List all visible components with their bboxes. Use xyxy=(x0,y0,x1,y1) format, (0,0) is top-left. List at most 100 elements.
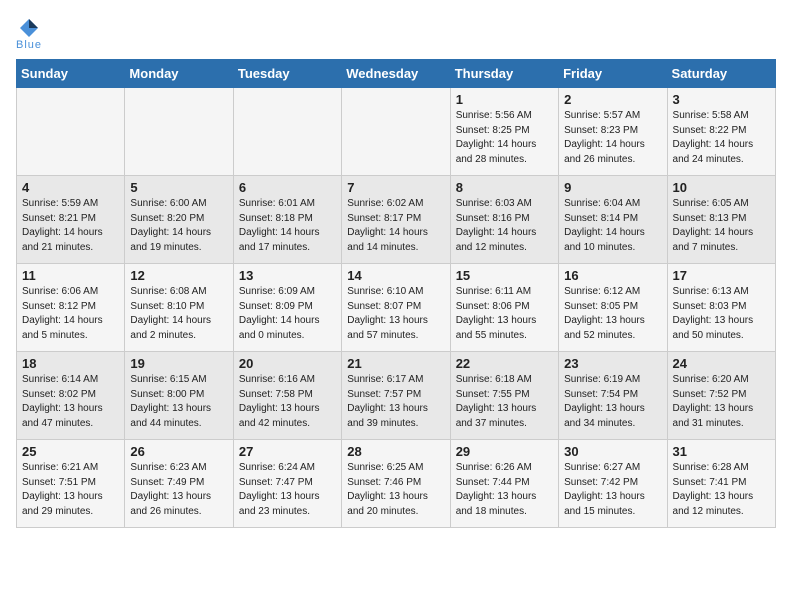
day-number: 15 xyxy=(456,268,553,283)
logo-tagline: Blue xyxy=(16,39,42,51)
calendar-cell: 11 Sunrise: 6:06 AMSunset: 8:12 PMDayligh… xyxy=(17,264,125,352)
calendar-cell xyxy=(233,88,341,176)
calendar-cell: 3Sunrise: 5:58 AMSunset: 8:22 PMDaylight… xyxy=(667,88,775,176)
logo-icon xyxy=(18,17,40,39)
weekday-header-wednesday: Wednesday xyxy=(342,60,450,88)
cell-info: Sunrise: 6:13 AMSunset: 8:03 PMDaylight:… xyxy=(673,285,770,343)
cell-info: Sunrise: 5:58 AMSunset: 8:22 PMDaylight:… xyxy=(673,109,770,167)
calendar-cell: 12 Sunrise: 6:08 AMSunset: 8:10 PMDayligh… xyxy=(125,264,233,352)
calendar-cell: 23 Sunrise: 6:19 AMSunset: 7:54 PMDayligh… xyxy=(559,352,667,440)
cell-info: Sunrise: 6:04 AMSunset: 8:14 PMDaylight:… xyxy=(564,197,661,255)
week-row-4: 18 Sunrise: 6:14 AMSunset: 8:02 PMDayligh… xyxy=(17,352,776,440)
day-number: 30 xyxy=(564,444,661,459)
cell-info: Sunrise: 6:26 AMSunset: 7:44 PMDaylight:… xyxy=(456,461,553,519)
calendar-cell: 8 Sunrise: 6:03 AMSunset: 8:16 PMDaylight… xyxy=(450,176,558,264)
day-number: 31 xyxy=(673,444,770,459)
cell-info: Sunrise: 6:14 AMSunset: 8:02 PMDaylight:… xyxy=(22,373,119,431)
day-number: 14 xyxy=(347,268,444,283)
day-number: 1 xyxy=(456,92,553,107)
calendar-cell: 13 Sunrise: 6:09 AMSunset: 8:09 PMDayligh… xyxy=(233,264,341,352)
cell-info: Sunrise: 6:28 AMSunset: 7:41 PMDaylight:… xyxy=(673,461,770,519)
calendar-cell: 15Sunrise: 6:11 AMSunset: 8:06 PMDayligh… xyxy=(450,264,558,352)
calendar-cell: 28Sunrise: 6:25 AMSunset: 7:46 PMDayligh… xyxy=(342,440,450,528)
calendar-cell: 29 Sunrise: 6:26 AMSunset: 7:44 PMDayligh… xyxy=(450,440,558,528)
cell-info: Sunrise: 6:27 AMSunset: 7:42 PMDaylight:… xyxy=(564,461,661,519)
cell-info: Sunrise: 6:20 AMSunset: 7:52 PMDaylight:… xyxy=(673,373,770,431)
weekday-header-saturday: Saturday xyxy=(667,60,775,88)
calendar-body: 1 Sunrise: 5:56 AMSunset: 8:25 PMDaylight… xyxy=(17,88,776,528)
day-number: 16 xyxy=(564,268,661,283)
cell-info: Sunrise: 6:06 AMSunset: 8:12 PMDaylight:… xyxy=(22,285,119,343)
calendar-cell: 14Sunrise: 6:10 AMSunset: 8:07 PMDayligh… xyxy=(342,264,450,352)
day-number: 11 xyxy=(22,268,119,283)
calendar-cell: 20Sunrise: 6:16 AMSunset: 7:58 PMDayligh… xyxy=(233,352,341,440)
cell-info: Sunrise: 6:21 AMSunset: 7:51 PMDaylight:… xyxy=(22,461,119,519)
cell-info: Sunrise: 6:09 AMSunset: 8:09 PMDaylight:… xyxy=(239,285,336,343)
calendar-cell: 22 Sunrise: 6:18 AMSunset: 7:55 PMDayligh… xyxy=(450,352,558,440)
weekday-header-friday: Friday xyxy=(559,60,667,88)
calendar-cell: 21Sunrise: 6:17 AMSunset: 7:57 PMDayligh… xyxy=(342,352,450,440)
day-number: 25 xyxy=(22,444,119,459)
day-number: 29 xyxy=(456,444,553,459)
cell-info: Sunrise: 6:19 AMSunset: 7:54 PMDaylight:… xyxy=(564,373,661,431)
calendar-cell: 26Sunrise: 6:23 AMSunset: 7:49 PMDayligh… xyxy=(125,440,233,528)
weekday-header-thursday: Thursday xyxy=(450,60,558,88)
day-number: 9 xyxy=(564,180,661,195)
cell-info: Sunrise: 5:56 AMSunset: 8:25 PMDaylight:… xyxy=(456,109,553,167)
weekday-header-tuesday: Tuesday xyxy=(233,60,341,88)
weekday-header-sunday: Sunday xyxy=(17,60,125,88)
week-row-3: 11 Sunrise: 6:06 AMSunset: 8:12 PMDayligh… xyxy=(17,264,776,352)
day-number: 5 xyxy=(130,180,227,195)
calendar-cell: 5 Sunrise: 6:00 AMSunset: 8:20 PMDaylight… xyxy=(125,176,233,264)
calendar-cell: 10Sunrise: 6:05 AMSunset: 8:13 PMDayligh… xyxy=(667,176,775,264)
day-number: 22 xyxy=(456,356,553,371)
weekday-header-monday: Monday xyxy=(125,60,233,88)
cell-info: Sunrise: 6:23 AMSunset: 7:49 PMDaylight:… xyxy=(130,461,227,519)
day-number: 12 xyxy=(130,268,227,283)
cell-info: Sunrise: 6:03 AMSunset: 8:16 PMDaylight:… xyxy=(456,197,553,255)
week-row-5: 25 Sunrise: 6:21 AMSunset: 7:51 PMDayligh… xyxy=(17,440,776,528)
weekday-header-row: SundayMondayTuesdayWednesdayThursdayFrid… xyxy=(17,60,776,88)
cell-info: Sunrise: 6:18 AMSunset: 7:55 PMDaylight:… xyxy=(456,373,553,431)
week-row-2: 4 Sunrise: 5:59 AMSunset: 8:21 PMDaylight… xyxy=(17,176,776,264)
day-number: 8 xyxy=(456,180,553,195)
calendar-cell: 27 Sunrise: 6:24 AMSunset: 7:47 PMDayligh… xyxy=(233,440,341,528)
calendar-cell: 7Sunrise: 6:02 AMSunset: 8:17 PMDaylight… xyxy=(342,176,450,264)
day-number: 20 xyxy=(239,356,336,371)
day-number: 27 xyxy=(239,444,336,459)
calendar-cell: 16Sunrise: 6:12 AMSunset: 8:05 PMDayligh… xyxy=(559,264,667,352)
cell-info: Sunrise: 6:02 AMSunset: 8:17 PMDaylight:… xyxy=(347,197,444,255)
calendar-cell: 31 Sunrise: 6:28 AMSunset: 7:41 PMDayligh… xyxy=(667,440,775,528)
week-row-1: 1 Sunrise: 5:56 AMSunset: 8:25 PMDaylight… xyxy=(17,88,776,176)
calendar-cell: 24 Sunrise: 6:20 AMSunset: 7:52 PMDayligh… xyxy=(667,352,775,440)
logo: Blue xyxy=(16,16,42,51)
calendar-table: SundayMondayTuesdayWednesdayThursdayFrid… xyxy=(16,59,776,528)
cell-info: Sunrise: 6:24 AMSunset: 7:47 PMDaylight:… xyxy=(239,461,336,519)
cell-info: Sunrise: 5:57 AMSunset: 8:23 PMDaylight:… xyxy=(564,109,661,167)
day-number: 4 xyxy=(22,180,119,195)
cell-info: Sunrise: 5:59 AMSunset: 8:21 PMDaylight:… xyxy=(22,197,119,255)
calendar-cell: 30 Sunrise: 6:27 AMSunset: 7:42 PMDayligh… xyxy=(559,440,667,528)
calendar-cell: 19Sunrise: 6:15 AMSunset: 8:00 PMDayligh… xyxy=(125,352,233,440)
cell-info: Sunrise: 6:01 AMSunset: 8:18 PMDaylight:… xyxy=(239,197,336,255)
day-number: 21 xyxy=(347,356,444,371)
calendar-cell xyxy=(17,88,125,176)
calendar-cell: 25 Sunrise: 6:21 AMSunset: 7:51 PMDayligh… xyxy=(17,440,125,528)
calendar-cell xyxy=(342,88,450,176)
day-number: 28 xyxy=(347,444,444,459)
calendar-cell: 6Sunrise: 6:01 AMSunset: 8:18 PMDaylight… xyxy=(233,176,341,264)
cell-info: Sunrise: 6:05 AMSunset: 8:13 PMDaylight:… xyxy=(673,197,770,255)
cell-info: Sunrise: 6:00 AMSunset: 8:20 PMDaylight:… xyxy=(130,197,227,255)
day-number: 2 xyxy=(564,92,661,107)
day-number: 24 xyxy=(673,356,770,371)
logo-text xyxy=(16,16,40,39)
calendar-cell: 4 Sunrise: 5:59 AMSunset: 8:21 PMDaylight… xyxy=(17,176,125,264)
calendar-cell: 17 Sunrise: 6:13 AMSunset: 8:03 PMDayligh… xyxy=(667,264,775,352)
day-number: 17 xyxy=(673,268,770,283)
day-number: 18 xyxy=(22,356,119,371)
day-number: 23 xyxy=(564,356,661,371)
calendar-cell: 1 Sunrise: 5:56 AMSunset: 8:25 PMDaylight… xyxy=(450,88,558,176)
day-number: 13 xyxy=(239,268,336,283)
cell-info: Sunrise: 6:08 AMSunset: 8:10 PMDaylight:… xyxy=(130,285,227,343)
day-number: 19 xyxy=(130,356,227,371)
